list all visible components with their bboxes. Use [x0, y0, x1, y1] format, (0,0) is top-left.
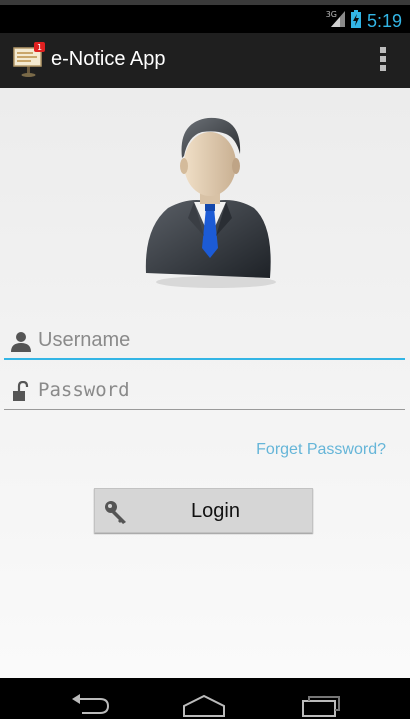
forget-password-link[interactable]: Forget Password? [256, 441, 386, 459]
login-screen: Username Password Forget Password? Login [0, 88, 410, 678]
password-field[interactable]: Password [4, 374, 405, 410]
unlock-icon [10, 380, 32, 403]
username-field[interactable]: Username [4, 324, 405, 360]
action-bar: 1 e-Notice App [0, 33, 410, 88]
username-placeholder: Username [38, 329, 131, 351]
app-title: e-Notice App [51, 48, 166, 70]
back-icon[interactable] [68, 692, 112, 718]
login-button[interactable]: Login [94, 488, 313, 533]
battery-charging-icon [350, 10, 361, 32]
user-avatar [138, 108, 280, 288]
navigation-bar [0, 678, 410, 719]
signal-icon [330, 11, 345, 31]
overflow-menu-icon[interactable] [378, 47, 388, 73]
person-icon [10, 331, 32, 353]
password-placeholder: Password [38, 379, 130, 401]
status-icons: 5:19 [330, 9, 402, 33]
notification-count: 1 [37, 43, 42, 52]
home-icon[interactable] [182, 692, 226, 718]
notice-board-icon: 1 [12, 42, 46, 78]
status-bar: 3G 5:19 [0, 0, 410, 33]
clock: 5:19 [366, 10, 402, 31]
login-button-label: Login [191, 500, 240, 522]
recent-apps-icon[interactable] [297, 692, 341, 718]
